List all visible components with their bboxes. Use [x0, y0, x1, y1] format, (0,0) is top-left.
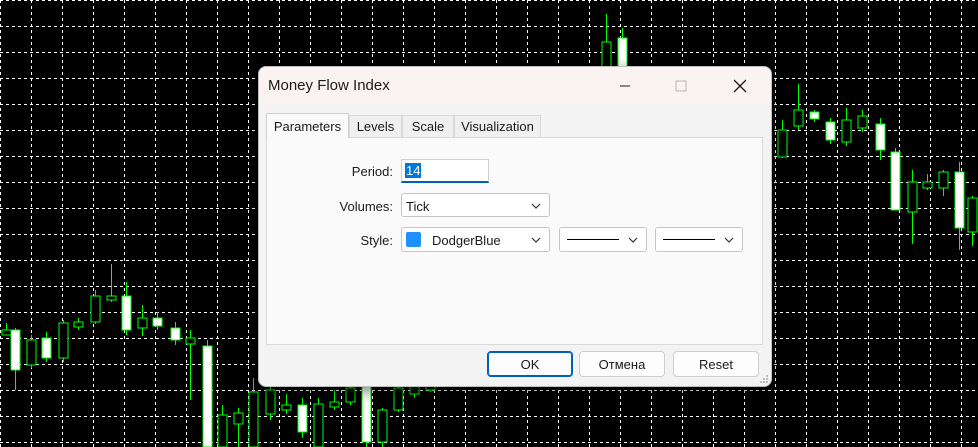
candle-body: [329, 401, 340, 408]
candle-body: [58, 322, 69, 359]
tab-scale[interactable]: Scale: [402, 115, 454, 137]
candle-body: [26, 339, 37, 366]
maximize-button: [658, 67, 704, 105]
candle-body: [825, 121, 836, 141]
candle-body: [281, 404, 292, 411]
candle-body: [202, 345, 213, 447]
style-color-select[interactable]: DodgerBlue: [401, 227, 550, 252]
style-label: Style:: [360, 233, 393, 248]
candle-body: [248, 391, 259, 447]
indicator-dialog: Money Flow Index Parameters Levels Scale…: [258, 66, 772, 387]
candle-body: [137, 317, 148, 329]
period-label: Period:: [351, 164, 393, 179]
candle-body: [1, 329, 12, 336]
chevron-down-icon: [628, 237, 638, 243]
line-style-select[interactable]: [559, 227, 647, 252]
candle-body: [967, 197, 978, 233]
period-value: 14: [405, 163, 422, 178]
candle-body: [90, 295, 101, 323]
candle-body: [601, 41, 612, 69]
reset-button[interactable]: Reset: [673, 351, 759, 377]
close-button[interactable]: [717, 67, 763, 105]
line-width-glyph: [663, 239, 715, 240]
volumes-select[interactable]: Tick: [401, 193, 550, 217]
candle-body: [377, 409, 388, 443]
candle-body: [73, 321, 84, 328]
color-swatch: [406, 232, 421, 247]
candle-body: [777, 129, 788, 158]
title-bar[interactable]: Money Flow Index: [259, 67, 771, 105]
chevron-down-icon: [531, 237, 541, 243]
candle-body: [313, 403, 324, 447]
minimize-icon: [620, 85, 630, 87]
candle-body: [409, 385, 420, 395]
style-color-name: DodgerBlue: [432, 233, 501, 248]
period-input[interactable]: 14: [401, 159, 489, 183]
tab-parameters[interactable]: Parameters: [266, 113, 349, 138]
minimize-button[interactable]: [602, 67, 648, 105]
candle-body: [152, 317, 163, 327]
candle-body: [297, 404, 308, 433]
resize-grip-icon[interactable]: [759, 374, 769, 384]
candle-body: [233, 412, 244, 425]
candle-body: [121, 295, 132, 331]
candle-body: [393, 387, 404, 411]
volumes-value: Tick: [406, 199, 430, 214]
candle-body: [793, 109, 804, 127]
cancel-button[interactable]: Отмена: [579, 351, 665, 377]
candle-body: [938, 171, 949, 189]
chevron-down-icon: [531, 203, 541, 209]
maximize-icon: [675, 80, 687, 92]
candle-body: [10, 329, 21, 371]
candle-body: [106, 295, 117, 301]
line-style-glyph: [567, 239, 619, 240]
candle-body: [170, 327, 181, 341]
line-width-select[interactable]: [655, 227, 743, 252]
candle-body: [265, 389, 276, 415]
tab-levels[interactable]: Levels: [349, 115, 402, 137]
candle-body: [41, 337, 52, 359]
volumes-label: Volumes:: [339, 199, 393, 214]
candle-body: [361, 385, 372, 443]
candle-body: [875, 123, 886, 151]
candle-body: [841, 119, 852, 143]
chevron-down-icon: [724, 237, 734, 243]
candle-body: [857, 115, 868, 129]
candle-body: [809, 111, 820, 120]
ok-button[interactable]: OK: [487, 351, 573, 377]
close-icon: [733, 79, 747, 93]
tab-visualization[interactable]: Visualization: [454, 115, 541, 137]
parameters-panel: Period: 14 Volumes: Tick Style: DodgerBl…: [266, 137, 763, 345]
candle-body: [922, 181, 933, 189]
candle-body: [345, 387, 356, 403]
candle-body: [217, 414, 228, 447]
dialog-title: Money Flow Index: [268, 77, 390, 94]
candle-body: [907, 181, 918, 213]
candle-body: [954, 171, 965, 229]
candle-body: [890, 151, 901, 211]
candle-body: [185, 337, 196, 345]
